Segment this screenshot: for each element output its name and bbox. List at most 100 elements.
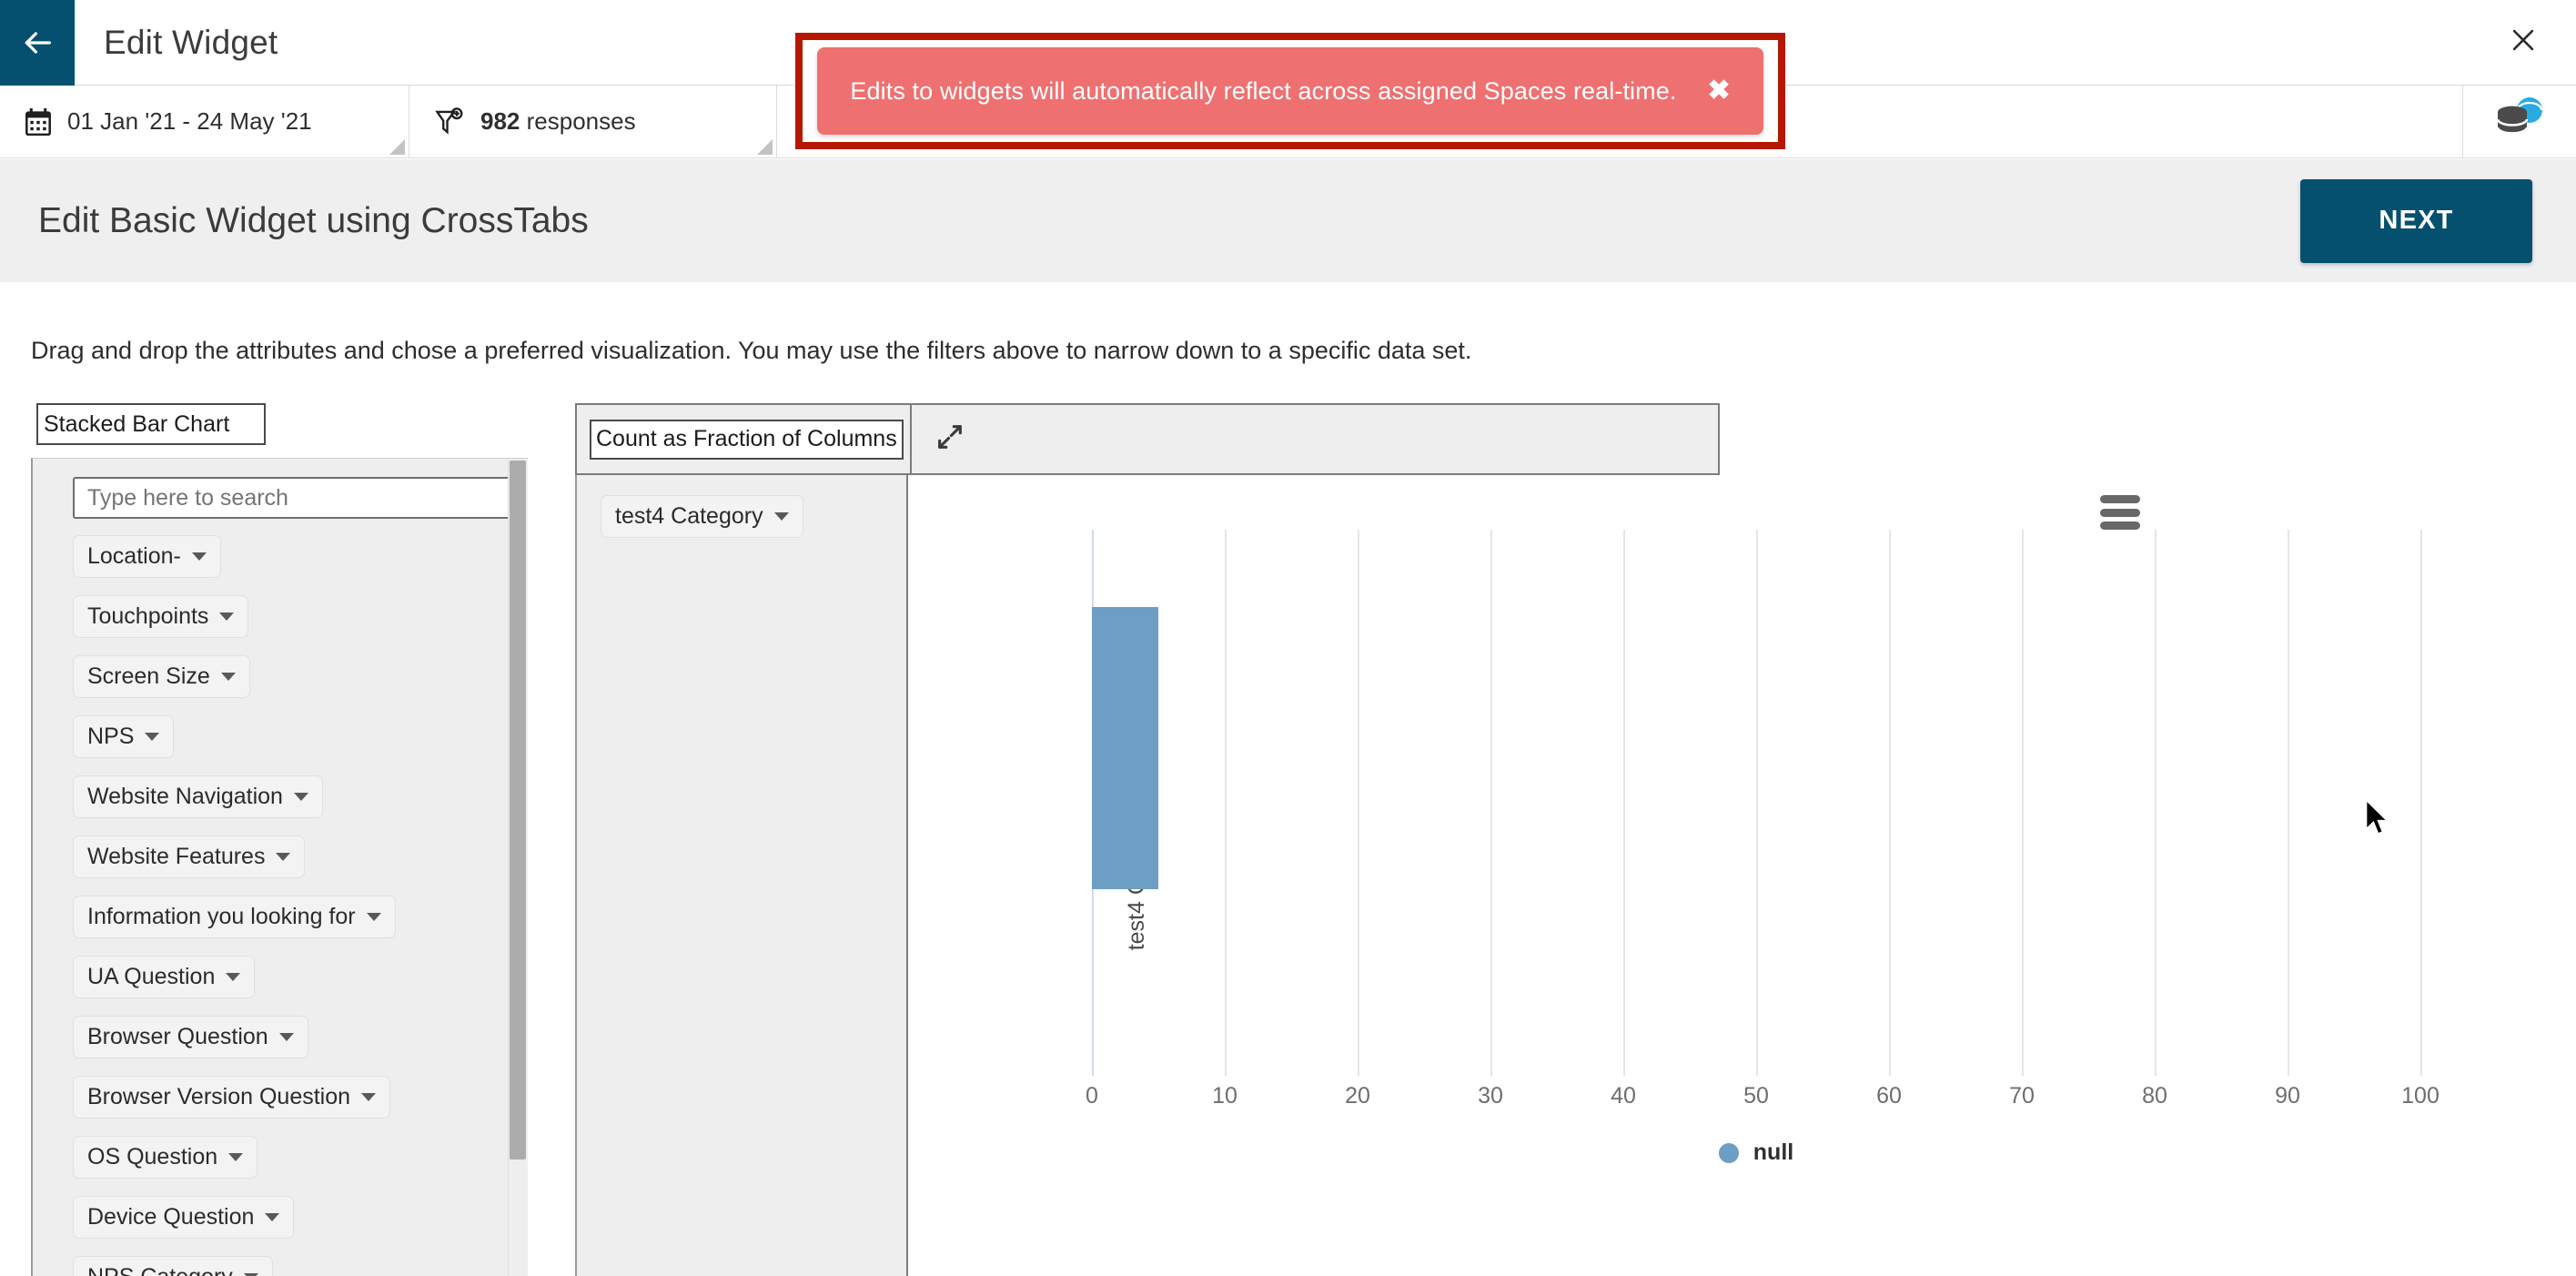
chart-bar[interactable] <box>1092 607 1158 889</box>
responses-filter[interactable]: 982 responses <box>409 86 777 157</box>
edit-widget-page: Edit Widget 01 Jan '21 - 24 May '21 982 … <box>0 0 2576 1276</box>
chevron-down-icon[interactable] <box>773 512 789 521</box>
hamburger-line <box>2100 495 2140 503</box>
dropped-attribute-chip[interactable]: test4 Category <box>601 495 803 538</box>
chart-x-tick-label: 70 <box>2009 1083 2035 1109</box>
toast-message: Edits to widgets will automatically refl… <box>850 76 1677 105</box>
chart-x-tick-label: 80 <box>2142 1083 2167 1109</box>
attribute-chip[interactable]: Browser Version Question <box>73 1076 391 1119</box>
attribute-chip[interactable]: Screen Size <box>73 655 250 698</box>
close-icon <box>2508 25 2539 60</box>
attributes-scrollbar[interactable] <box>508 459 528 1276</box>
chevron-down-icon[interactable] <box>228 1153 244 1161</box>
chevron-down-icon[interactable] <box>278 1033 294 1041</box>
chart-x-tick-label: 100 <box>2401 1083 2440 1109</box>
attribute-chip-label: Website Features <box>87 844 266 869</box>
attribute-chip-row: OS Question <box>73 1136 500 1196</box>
attribute-chip-label: Website Navigation <box>87 784 283 809</box>
attribute-chip-label: NPS Category <box>87 1264 233 1276</box>
attribute-chip[interactable]: Touchpoints <box>73 595 249 638</box>
chevron-down-icon[interactable] <box>361 1093 377 1101</box>
chart-x-tick-label: 30 <box>1478 1083 1503 1109</box>
aggregation-bar: Count as Fraction of Columns <box>575 403 1720 475</box>
aggregation-divider <box>910 405 912 473</box>
attribute-chip[interactable]: Website Features <box>73 835 306 878</box>
expand-arrows-icon <box>934 421 965 457</box>
chart-x-tick-label: 10 <box>1212 1083 1237 1109</box>
chevron-down-icon[interactable] <box>145 733 160 741</box>
attribute-chip-label: Touchpoints <box>87 603 209 629</box>
chart-legend: null <box>1092 1139 2420 1166</box>
attribute-chip[interactable]: Browser Question <box>73 1016 308 1058</box>
date-range-label: 01 Jan '21 - 24 May '21 <box>67 107 312 135</box>
attribute-chip-label: Location- <box>87 543 181 569</box>
page-title-band: Edit Basic Widget using CrossTabs NEXT <box>0 159 2576 282</box>
attribute-chip[interactable]: NPS Category <box>73 1256 273 1276</box>
attribute-chip[interactable]: NPS <box>73 715 175 758</box>
attribute-chip[interactable]: OS Question <box>73 1136 258 1179</box>
chart-x-tick-label: 60 <box>1876 1083 1902 1109</box>
attribute-chip-label: NPS <box>87 724 135 749</box>
page-title: Edit Widget <box>104 23 278 61</box>
attribute-chip[interactable]: Location- <box>73 535 221 578</box>
attribute-chip[interactable]: UA Question <box>73 956 256 998</box>
chevron-down-icon[interactable] <box>276 853 291 861</box>
attribute-chip-label: Browser Question <box>87 1024 268 1049</box>
back-button[interactable] <box>0 0 75 86</box>
chart-x-tick-label: 20 <box>1345 1083 1370 1109</box>
instruction-text: Drag and drop the attributes and chose a… <box>31 337 1472 364</box>
legend-color-swatch <box>1718 1142 1739 1163</box>
chart-gridline <box>1358 530 1359 1076</box>
chart-gridline <box>2288 530 2289 1076</box>
resize-corner-handle[interactable] <box>389 139 405 155</box>
attribute-chip-row: NPS <box>73 715 500 775</box>
chevron-down-icon[interactable] <box>191 552 207 561</box>
chart-gridline <box>1756 530 1758 1076</box>
calendar-icon <box>25 107 51 136</box>
attributes-scrollbar-thumb[interactable] <box>510 461 526 1160</box>
attribute-chip-label: Browser Version Question <box>87 1084 351 1109</box>
next-button[interactable]: NEXT <box>2300 178 2532 263</box>
attribute-chip-row: Screen Size <box>73 655 500 715</box>
chart-menu-button[interactable] <box>2100 495 2140 530</box>
attribute-chip-label: Information you looking for <box>87 904 356 929</box>
chart-gridline <box>2022 530 2024 1076</box>
attribute-chip-row: Information you looking for <box>73 896 500 956</box>
date-range-filter[interactable]: 01 Jan '21 - 24 May '21 <box>0 86 409 157</box>
chevron-down-icon[interactable] <box>220 673 236 681</box>
chevron-down-icon[interactable] <box>265 1213 280 1221</box>
attribute-chip-label: UA Question <box>87 964 216 989</box>
chart-plot-area <box>1092 530 2422 1076</box>
data-source-button[interactable] <box>2463 86 2576 157</box>
chart-canvas: test4 Category 0102030405060708090100 nu… <box>910 475 2541 1276</box>
attribute-chip-label: Device Question <box>87 1204 255 1230</box>
chevron-down-icon[interactable] <box>219 613 235 621</box>
close-button[interactable] <box>2505 25 2541 61</box>
attribute-chip-row: Website Features <box>73 835 500 896</box>
hamburger-line <box>2100 508 2140 517</box>
chevron-down-icon[interactable] <box>226 973 241 981</box>
expand-chart-button[interactable] <box>932 421 968 458</box>
row-drop-zone[interactable]: test4 Category <box>575 475 908 1276</box>
aggregation-select[interactable]: Count as Fraction of Columns <box>590 419 904 460</box>
attribute-chip-row: Website Navigation <box>73 775 500 835</box>
chart-x-axis-ticks: 0 10 20 30 40 50 60 70 80 90 100 <box>1086 1083 2440 1119</box>
attribute-chip-row: UA Question <box>73 956 500 1016</box>
arrow-left-icon <box>19 25 56 61</box>
responses-word: responses <box>520 107 636 135</box>
resize-corner-handle[interactable] <box>757 139 773 155</box>
chart-x-tick-label: 40 <box>1611 1083 1636 1109</box>
chevron-down-icon[interactable] <box>366 913 381 921</box>
visualization-type-select[interactable]: Stacked Bar Chart <box>36 403 266 445</box>
search-input[interactable] <box>73 477 528 519</box>
toast-highlight-frame: Edits to widgets will automatically refl… <box>795 33 1785 149</box>
attribute-chip-row: NPS Category <box>73 1256 500 1276</box>
attribute-chip[interactable]: Device Question <box>73 1196 295 1239</box>
toast-close-button[interactable]: ✖ <box>1707 77 1730 105</box>
responses-label: 982 responses <box>480 107 636 136</box>
chevron-down-icon[interactable] <box>293 793 308 801</box>
attribute-chip[interactable]: Website Navigation <box>73 775 323 818</box>
attributes-column: Stacked Bar Chart Location- Touchpoints Sc… <box>31 403 528 1276</box>
chart-gridline <box>1623 530 1625 1076</box>
attribute-chip[interactable]: Information you looking for <box>73 896 396 938</box>
